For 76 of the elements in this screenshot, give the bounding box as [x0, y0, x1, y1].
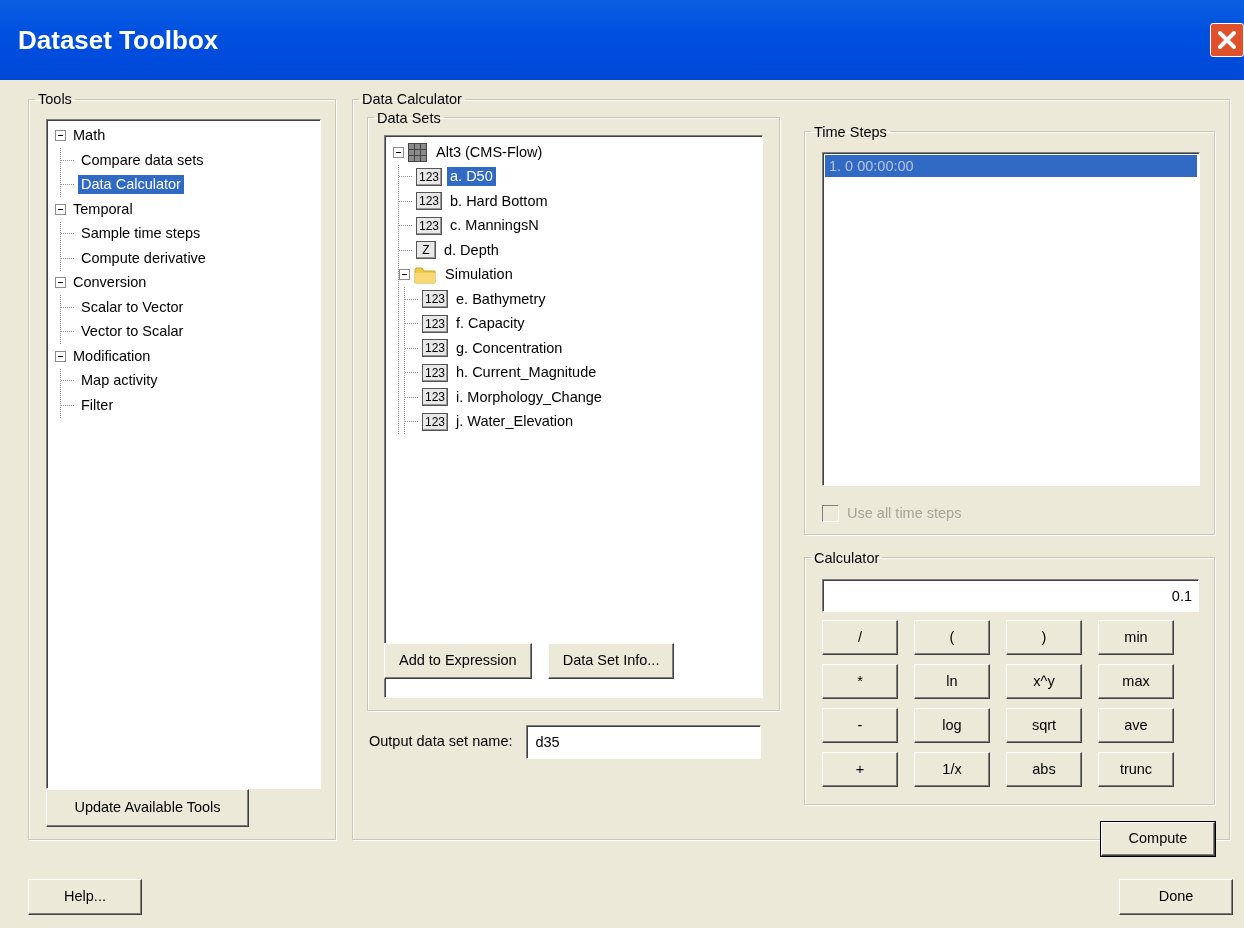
calculator-key[interactable]: * — [822, 664, 898, 699]
calculator-key[interactable]: ( — [914, 620, 990, 655]
tree-item[interactable]: e. Bathymetry — [453, 289, 549, 309]
tree-item[interactable]: Filter — [78, 395, 117, 415]
use-all-label: Use all time steps — [847, 504, 962, 523]
calculator-key[interactable]: + — [822, 752, 898, 787]
dataset-icon: 123 — [422, 314, 449, 333]
collapse-toggle[interactable] — [55, 203, 66, 215]
grid-icon — [408, 142, 427, 162]
output-name-field[interactable]: d35 — [526, 724, 762, 759]
data-set-button[interactable]: Add to Expression — [384, 643, 532, 679]
tree-item[interactable]: Compute derivative — [78, 248, 209, 268]
tree-item[interactable]: Data Calculator — [78, 175, 184, 195]
tree-item[interactable]: Simulation — [442, 265, 516, 285]
compute-button[interactable]: Compute — [1101, 821, 1215, 856]
dataset-icon: 123 — [422, 363, 449, 382]
tree-item[interactable]: b. Hard Bottom — [447, 191, 551, 211]
tree-item[interactable]: Sample time steps — [78, 224, 204, 244]
tree-item[interactable]: Modification — [70, 346, 154, 366]
tree-item[interactable]: i. Morphology_Change — [453, 387, 605, 407]
collapse-toggle[interactable] — [55, 130, 66, 142]
calculator-key[interactable]: max — [1098, 664, 1174, 699]
dataset-icon: Z — [416, 241, 436, 260]
close-button[interactable] — [1210, 23, 1244, 57]
folder-icon — [414, 265, 436, 284]
calculator-key[interactable]: / — [822, 620, 898, 655]
tree-item[interactable]: Math — [70, 126, 109, 146]
tree-item[interactable]: j. Water_Elevation — [453, 412, 577, 432]
dataset-icon: 123 — [422, 339, 449, 358]
collapse-toggle[interactable] — [399, 269, 410, 281]
group-title: Data Sets — [376, 110, 442, 125]
collapse-toggle[interactable] — [393, 146, 404, 158]
collapse-toggle[interactable] — [55, 350, 66, 362]
dataset-icon: 123 — [422, 388, 449, 407]
calculator-key[interactable]: - — [822, 708, 898, 743]
calculator-key[interactable]: abs — [1006, 752, 1082, 787]
help-button[interactable]: Help... — [28, 879, 142, 915]
close-icon — [1216, 29, 1238, 51]
tree-item[interactable]: Alt3 (CMS-Flow) — [433, 142, 546, 162]
tree-item[interactable]: c. ManningsN — [447, 216, 542, 236]
calculator-key[interactable]: x^y — [1006, 664, 1082, 699]
tree-item[interactable]: h. Current_Magnitude — [453, 363, 600, 383]
tree-item[interactable]: Conversion — [70, 273, 150, 293]
tree-item[interactable]: Compare data sets — [78, 150, 207, 170]
tree-item[interactable]: f. Capacity — [453, 314, 528, 334]
group-title: Time Steps — [813, 124, 888, 139]
window-title: Dataset Toolbox — [18, 23, 219, 57]
collapse-toggle[interactable] — [55, 277, 66, 289]
tree-item[interactable]: a. D50 — [447, 167, 496, 187]
group-title: Data Calculator — [361, 92, 463, 107]
done-button[interactable]: Done — [1119, 879, 1233, 915]
expression-field[interactable]: 0.1 — [822, 579, 1199, 612]
data-set-button[interactable]: Data Set Info... — [547, 643, 675, 679]
calculator-key[interactable]: min — [1098, 620, 1174, 655]
calculator-key[interactable]: sqrt — [1006, 708, 1082, 743]
calculator-key[interactable]: ave — [1098, 708, 1174, 743]
calculator-key[interactable]: log — [914, 708, 990, 743]
dataset-icon: 123 — [416, 216, 443, 235]
dataset-icon: 123 — [416, 167, 443, 186]
tree-item[interactable]: Vector to Scalar — [78, 322, 187, 342]
dataset-icon: 123 — [416, 192, 443, 211]
tree-item[interactable]: Map activity — [78, 371, 161, 391]
calculator-key[interactable]: trunc — [1098, 752, 1174, 787]
group-title: Calculator — [813, 550, 881, 565]
calculator-key[interactable]: 1/x — [914, 752, 990, 787]
calculator-key[interactable]: ln — [914, 664, 990, 699]
update-tools-button[interactable]: Update Available Tools — [46, 789, 249, 827]
output-name-label: Output data set name: — [369, 731, 513, 751]
tree-item[interactable]: g. Concentration — [453, 338, 566, 358]
calculator-key[interactable]: ) — [1006, 620, 1082, 655]
dataset-icon: 123 — [422, 412, 449, 431]
group-title: Tools — [37, 92, 73, 107]
tree-item[interactable]: Temporal — [70, 199, 136, 219]
tree-item[interactable]: d. Depth — [441, 240, 502, 260]
dataset-icon: 123 — [422, 290, 449, 309]
tree-item[interactable]: Scalar to Vector — [78, 297, 187, 317]
